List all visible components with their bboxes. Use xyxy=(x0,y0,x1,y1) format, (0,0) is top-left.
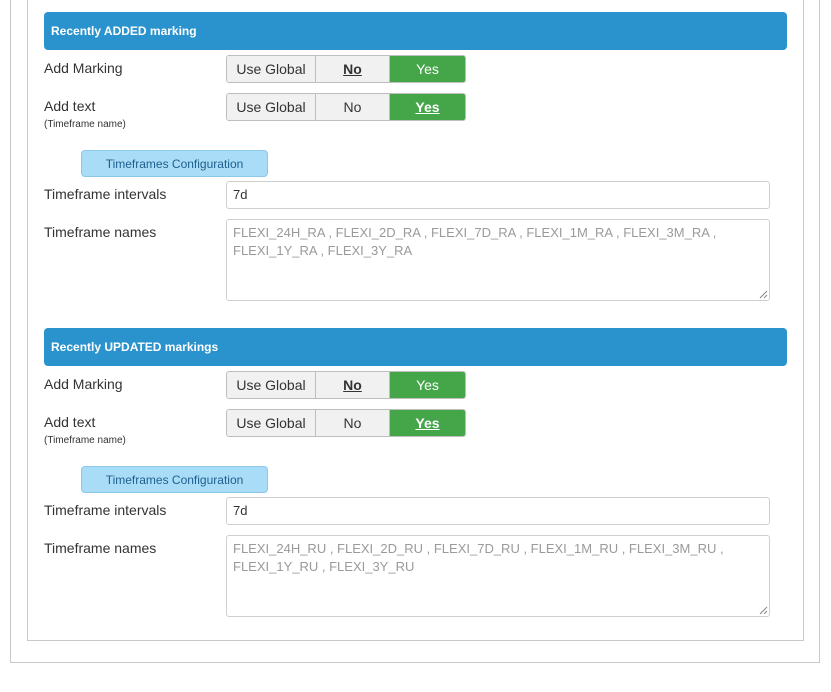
add-marking-label: Add Marking xyxy=(44,60,123,76)
add-text-yes-button[interactable]: Yes xyxy=(390,94,465,120)
timeframes-configuration-button[interactable]: Timeframes Configuration xyxy=(81,466,268,493)
timeframe-names-placeholder: FLEXI_24H_RU , FLEXI_2D_RU , FLEXI_7D_RU… xyxy=(233,541,724,574)
add-text-no-button[interactable]: No xyxy=(316,410,390,436)
timeframe-names-textarea[interactable]: FLEXI_24H_RA , FLEXI_2D_RA , FLEXI_7D_RA… xyxy=(226,219,770,301)
add-marking-no-button[interactable]: No xyxy=(316,56,390,82)
add-text-use-global-button[interactable]: Use Global xyxy=(227,94,316,120)
add-marking-use-global-button[interactable]: Use Global xyxy=(227,56,316,82)
add-text-use-global-button[interactable]: Use Global xyxy=(227,410,316,436)
timeframes-configuration-button[interactable]: Timeframes Configuration xyxy=(81,150,268,177)
timeframe-names-label: Timeframe names xyxy=(44,224,157,240)
add-text-label: Add text xyxy=(44,414,96,430)
resize-grip-icon[interactable] xyxy=(759,290,768,299)
add-text-sublabel: (Timeframe name) xyxy=(44,119,126,130)
add-marking-no-button[interactable]: No xyxy=(316,372,390,398)
resize-grip-icon[interactable] xyxy=(759,606,768,615)
add-marking-label: Add Marking xyxy=(44,376,123,392)
timeframe-names-label: Timeframe names xyxy=(44,540,157,556)
add-marking-toggle-group: Use Global No Yes xyxy=(226,371,466,399)
timeframe-intervals-label: Timeframe intervals xyxy=(44,502,167,518)
add-marking-toggle-group: Use Global No Yes xyxy=(226,55,466,83)
timeframe-intervals-label: Timeframe intervals xyxy=(44,186,167,202)
timeframe-intervals-input[interactable]: 7d xyxy=(226,181,770,209)
timeframe-intervals-input[interactable]: 7d xyxy=(226,497,770,525)
add-marking-yes-button[interactable]: Yes xyxy=(390,56,465,82)
add-text-toggle-group: Use Global No Yes xyxy=(226,409,466,437)
section-header-updated: Recently UPDATED markings xyxy=(44,328,787,366)
add-text-no-button[interactable]: No xyxy=(316,94,390,120)
add-text-toggle-group: Use Global No Yes xyxy=(226,93,466,121)
add-marking-yes-button[interactable]: Yes xyxy=(390,372,465,398)
add-text-label: Add text xyxy=(44,98,96,114)
add-text-yes-button[interactable]: Yes xyxy=(390,410,465,436)
section-header-added: Recently ADDED marking xyxy=(44,12,787,50)
add-text-sublabel: (Timeframe name) xyxy=(44,435,126,446)
add-marking-use-global-button[interactable]: Use Global xyxy=(227,372,316,398)
timeframe-names-textarea[interactable]: FLEXI_24H_RU , FLEXI_2D_RU , FLEXI_7D_RU… xyxy=(226,535,770,617)
timeframe-names-placeholder: FLEXI_24H_RA , FLEXI_2D_RA , FLEXI_7D_RA… xyxy=(233,225,717,258)
